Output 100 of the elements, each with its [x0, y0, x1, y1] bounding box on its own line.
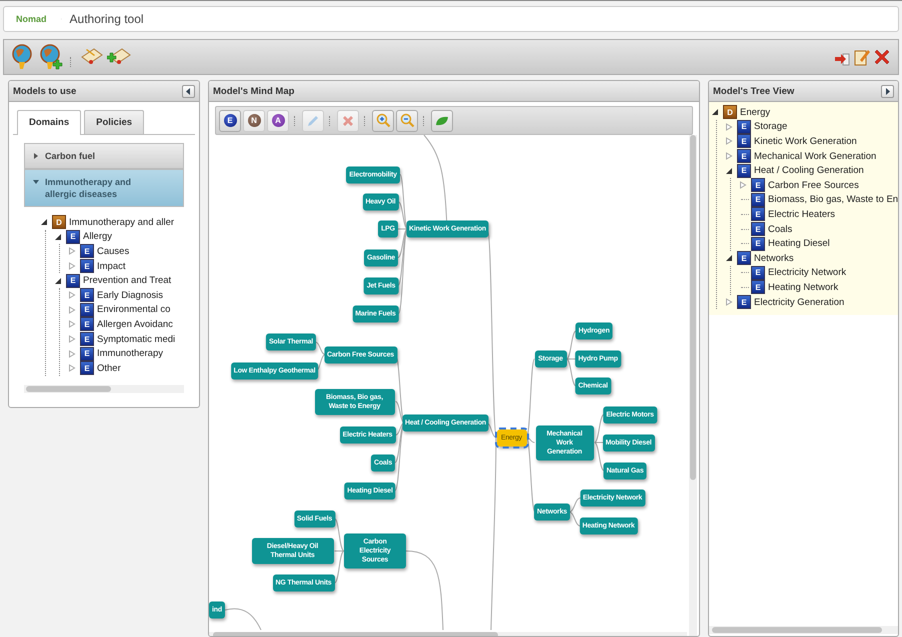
- collapse-toggle-icon[interactable]: [54, 276, 62, 285]
- tree-node-badge: E: [751, 222, 765, 236]
- tree-node-badge: E: [737, 149, 751, 164]
- expand-toggle-icon[interactable]: [68, 320, 76, 328]
- accordion-header[interactable]: Immunotherapy and allergic diseases: [24, 169, 184, 207]
- zoom-in-button[interactable]: [372, 110, 394, 132]
- tree-node-badge: E: [80, 332, 94, 346]
- tree-node-label[interactable]: Electricity Generation: [754, 296, 844, 308]
- tree-node-badge: E: [80, 244, 94, 258]
- tree-node-label[interactable]: Other: [97, 362, 121, 374]
- expand-toggle-icon[interactable]: [68, 335, 76, 344]
- tree-node-label[interactable]: Environmental co: [97, 304, 170, 316]
- tree-node-badge: E: [751, 266, 765, 280]
- caret-left-icon: [186, 88, 191, 94]
- tree-node-label[interactable]: Causes: [97, 246, 130, 257]
- tree-node-badge: E: [80, 302, 94, 317]
- tree-node-label[interactable]: Storage: [754, 121, 788, 132]
- connector-line: [568, 512, 581, 526]
- collapse-toggle-icon[interactable]: [725, 166, 733, 175]
- expand-toggle-icon[interactable]: [68, 291, 76, 300]
- tree-node-label[interactable]: Prevention and Treat: [83, 275, 172, 286]
- panel-title: Models to use: [13, 86, 78, 96]
- tree-node-label[interactable]: Kinetic Work Generation: [754, 136, 857, 147]
- tree-node-badge: D: [52, 215, 66, 230]
- collapse-toggle-icon[interactable]: [711, 108, 719, 116]
- tree-node-badge: E: [751, 178, 765, 192]
- tree-node-badge: E: [80, 259, 94, 274]
- collapse-panel-button[interactable]: [182, 84, 195, 98]
- tree-node-label[interactable]: Immunotherapy and aller: [69, 216, 174, 228]
- collapse-toggle-icon[interactable]: [54, 232, 62, 241]
- horizontal-scrollbar[interactable]: [24, 385, 184, 393]
- zoom-out-button[interactable]: [396, 110, 418, 132]
- tree-node-label[interactable]: Heating Diesel: [768, 238, 830, 250]
- tree-node-badge: D: [723, 105, 737, 120]
- globe-add-icon[interactable]: [38, 43, 64, 71]
- tree-node-badge: E: [80, 317, 94, 332]
- expand-toggle-icon[interactable]: [68, 247, 76, 256]
- expand-toggle-icon[interactable]: [725, 152, 733, 160]
- close-icon[interactable]: [872, 47, 892, 67]
- tree-node-label[interactable]: Carbon Free Sources: [768, 180, 859, 191]
- page-title: Authoring tool: [70, 12, 144, 26]
- tree-node-badge: E: [66, 230, 80, 244]
- leaf-button[interactable]: [431, 110, 453, 132]
- pencil-icon: [306, 114, 320, 128]
- tree-node-badge: E: [737, 134, 751, 148]
- connector-line: [314, 342, 326, 355]
- tree-node-label[interactable]: Electricity Network: [768, 267, 846, 278]
- tree-node-label[interactable]: Biomass, Bio gas, Waste to En: [768, 194, 898, 206]
- expand-toggle-icon[interactable]: [725, 122, 733, 131]
- tree-node-badge: E: [751, 192, 765, 207]
- panel-title: Model's Mind Map: [213, 86, 296, 96]
- tree-node-label[interactable]: Allergen Avoidanc: [97, 318, 173, 330]
- panel-title: Model's Tree View: [713, 86, 796, 96]
- zoom-in-icon: [376, 113, 390, 128]
- tree-node-label[interactable]: Mechanical Work Generation: [754, 150, 876, 162]
- tree-node-badge: E: [737, 295, 751, 310]
- leaf-icon: [435, 114, 449, 126]
- tab[interactable]: Domains: [17, 110, 82, 135]
- tree-node-badge: E: [80, 361, 94, 376]
- collapse-toggle-icon[interactable]: [40, 218, 48, 226]
- tree-node-label[interactable]: Immunotherapy: [97, 348, 164, 360]
- caret-down-icon: [33, 179, 39, 185]
- tree-node-badge: E: [751, 280, 765, 294]
- expand-toggle-icon[interactable]: [725, 137, 733, 146]
- tree-node-label[interactable]: Early Diagnosis: [97, 290, 163, 301]
- tree-node-label[interactable]: Energy: [740, 106, 770, 118]
- expand-toggle-icon[interactable]: [68, 262, 76, 270]
- tree-node-label[interactable]: Electric Heaters: [768, 208, 836, 220]
- tree-node-badge: E: [737, 164, 751, 178]
- zoom-out-icon: [400, 113, 414, 128]
- tree-node-label[interactable]: Symptomatic medi: [97, 334, 176, 345]
- expand-toggle-icon[interactable]: [68, 306, 76, 314]
- tree-node-badge: E: [751, 207, 765, 222]
- node-type-button[interactable]: E: [219, 110, 241, 132]
- document-edit-icon[interactable]: [854, 48, 870, 66]
- tree-node-badge: E: [737, 251, 751, 266]
- expand-toggle-icon[interactable]: [725, 298, 733, 306]
- collapse-panel-button[interactable]: [881, 84, 894, 98]
- horizontal-scrollbar[interactable]: [709, 626, 898, 634]
- tree-node-label[interactable]: Networks: [754, 252, 794, 264]
- tree-node-label[interactable]: Coals: [768, 224, 792, 235]
- accordion-header[interactable]: Carbon fuel: [24, 143, 184, 169]
- tree-node-label[interactable]: Impact: [97, 260, 126, 272]
- tree-node-label[interactable]: Heating Network: [768, 282, 838, 293]
- tree-node-label[interactable]: Heat / Cooling Generation: [754, 165, 864, 176]
- tab[interactable]: Policies: [84, 110, 144, 134]
- connector-line: [224, 608, 262, 630]
- collapse-toggle-icon[interactable]: [725, 254, 733, 262]
- tree-node-badge: E: [80, 288, 94, 302]
- tree-node-badge: E: [737, 120, 751, 134]
- expand-toggle-icon[interactable]: [68, 364, 76, 372]
- caret-right-icon: [33, 153, 39, 159]
- delete-icon: [341, 114, 355, 128]
- breadcrumb-home-link[interactable]: Nomad: [4, 7, 62, 31]
- expand-toggle-icon[interactable]: [68, 350, 76, 358]
- connector-line: [568, 498, 581, 512]
- vertical-scrollbar[interactable]: [689, 135, 697, 636]
- tree-node-badge: E: [66, 274, 80, 288]
- tree-node-label[interactable]: Allergy: [83, 231, 112, 242]
- expand-toggle-icon[interactable]: [739, 181, 747, 190]
